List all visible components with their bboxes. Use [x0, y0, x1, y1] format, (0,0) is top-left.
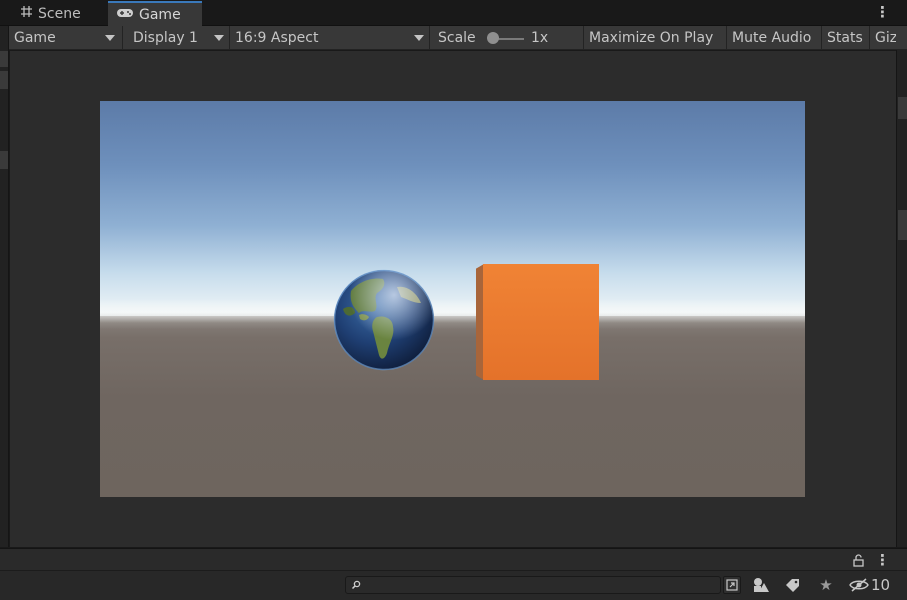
grid-icon — [20, 5, 33, 22]
scale-value: 1x — [531, 30, 549, 46]
chevron-down-icon — [214, 35, 224, 41]
tab-scene-label: Scene — [38, 5, 81, 22]
mode-dropdown-label: Game — [14, 30, 56, 46]
chevron-down-icon — [414, 35, 424, 41]
tab-menu-kebab-icon[interactable]: ⋮ — [875, 5, 890, 20]
tab-scene[interactable]: Scene — [12, 1, 108, 26]
game-view-toolbar: Game Display 1 16:9 Aspect Scale 1x Maxi… — [9, 26, 907, 50]
game-render-view[interactable] — [100, 101, 805, 497]
tab-game[interactable]: Game — [108, 1, 202, 26]
hidden-objects-count: 10 — [871, 576, 891, 594]
horizon-glow — [100, 299, 805, 329]
orange-cube — [483, 264, 599, 380]
tab-game-label: Game — [139, 6, 181, 23]
ground-plane — [100, 316, 805, 497]
stats-button[interactable]: Stats — [822, 26, 870, 50]
display-dropdown-label: Display 1 — [133, 30, 198, 46]
aspect-dropdown[interactable]: 16:9 Aspect — [230, 26, 430, 50]
lock-icon[interactable] — [852, 553, 864, 567]
maximize-on-play-label: Maximize On Play — [589, 30, 714, 46]
star-icon[interactable]: ★ — [816, 576, 836, 594]
search-field[interactable] — [345, 576, 721, 594]
mute-audio-button[interactable]: Mute Audio — [727, 26, 822, 50]
gizmos-button[interactable]: Gizmos — [870, 26, 896, 50]
window-tab-bar: Scene Game ⋮ — [0, 0, 907, 26]
earth-sphere — [333, 269, 435, 371]
mode-dropdown[interactable]: Game — [9, 26, 123, 50]
left-panel-strip — [0, 26, 9, 547]
right-panel-strip — [896, 50, 907, 547]
maximize-on-play-button[interactable]: Maximize On Play — [584, 26, 727, 50]
status-menu-kebab-icon[interactable]: ⋮ — [875, 553, 890, 568]
shapes-icon[interactable] — [751, 576, 771, 594]
scale-slider-handle[interactable] — [487, 32, 499, 44]
search-icon — [350, 579, 362, 591]
scene-visibility-icon[interactable] — [723, 576, 741, 594]
gizmos-label: Gizmos — [875, 30, 896, 46]
skybox — [100, 101, 805, 316]
display-dropdown[interactable]: Display 1 — [123, 26, 230, 50]
chevron-down-icon — [105, 35, 115, 41]
gamepad-icon — [116, 7, 134, 23]
scale-label: Scale — [438, 30, 476, 46]
tag-icon[interactable] — [783, 576, 803, 594]
mute-audio-label: Mute Audio — [732, 30, 812, 46]
aspect-dropdown-label: 16:9 Aspect — [235, 30, 319, 46]
eye-hidden-icon[interactable] — [848, 576, 870, 594]
stats-label: Stats — [827, 30, 863, 46]
status-bar-header — [0, 549, 907, 571]
